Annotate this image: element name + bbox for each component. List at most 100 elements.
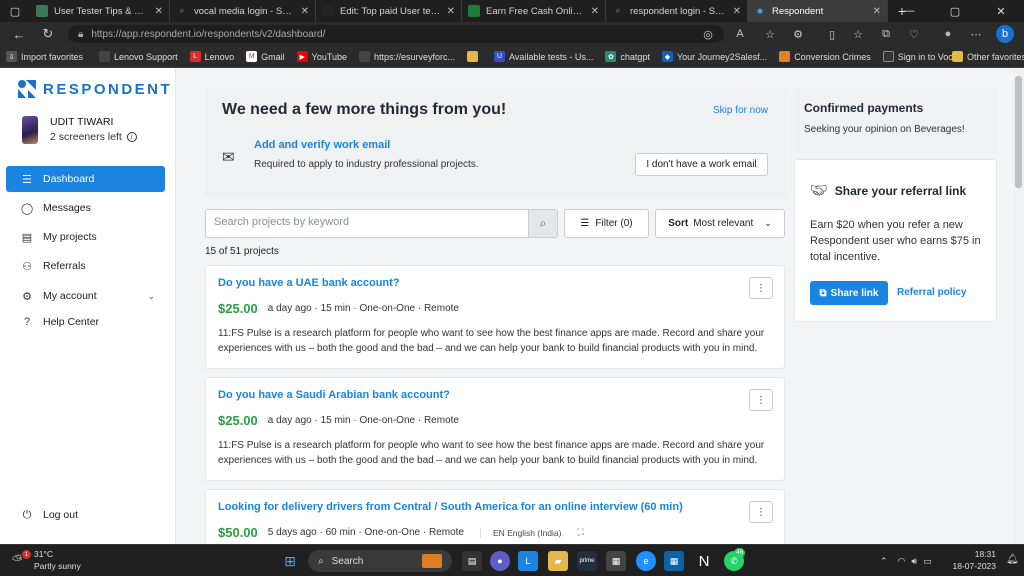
- scrollbar-thumb[interactable]: [1015, 76, 1022, 188]
- nav-my-projects[interactable]: ▤ My projects: [6, 224, 165, 250]
- file-explorer-icon[interactable]: ▰: [548, 551, 568, 571]
- nav-my-account[interactable]: ⚙ My account ⌄: [6, 283, 165, 309]
- trailhead-icon: ◆: [661, 51, 673, 62]
- page-icon: [99, 51, 111, 62]
- taskbar-search[interactable]: ⌕ Search: [308, 550, 452, 572]
- browser-tab[interactable]: ⌕ vocal media login - Search ✕: [170, 0, 316, 22]
- avatar[interactable]: [22, 116, 38, 144]
- back-icon[interactable]: ←: [5, 22, 33, 46]
- edge-icon[interactable]: e: [636, 551, 656, 571]
- window-close-icon[interactable]: ✕: [978, 0, 1024, 22]
- close-icon[interactable]: ✕: [155, 6, 163, 17]
- collections-icon[interactable]: ⧉: [876, 25, 896, 43]
- clock[interactable]: 18:31 18-07-2023: [953, 549, 996, 571]
- notion-icon[interactable]: N: [694, 551, 714, 571]
- more-options-icon[interactable]: ⋮: [749, 501, 773, 523]
- sort-value: Most relevant: [693, 218, 754, 229]
- windows-taskbar: ⛅︎ 1 31°C Partly sunny ⊞ ⌕ Search ▤ ● L …: [0, 544, 1024, 576]
- close-icon[interactable]: ✕: [591, 6, 599, 17]
- bookmark-item[interactable]: U Available tests - Us...: [488, 51, 599, 62]
- nav-messages[interactable]: ◯ Messages: [6, 195, 165, 221]
- browser-tab[interactable]: User Tester Tips & Platform ✕: [30, 0, 170, 22]
- search-highlight-icon: [422, 554, 442, 568]
- filter-button[interactable]: ☰ Filter (0): [564, 209, 649, 238]
- battery-icon[interactable]: ▭: [923, 556, 932, 567]
- expand-icon[interactable]: ⛶: [577, 527, 583, 538]
- more-options-icon[interactable]: ⋮: [749, 389, 773, 411]
- chevron-up-icon[interactable]: ⌃: [880, 556, 888, 567]
- sort-dropdown[interactable]: Sort Most relevant ⌄: [655, 209, 785, 238]
- more-options-icon[interactable]: ⋮: [749, 277, 773, 299]
- refresh-icon[interactable]: ↻: [34, 22, 62, 46]
- favorite-star-icon[interactable]: ☆: [760, 25, 780, 43]
- search-input[interactable]: [214, 216, 524, 228]
- project-title[interactable]: Looking for delivery drivers from Centra…: [218, 501, 683, 513]
- project-card[interactable]: Looking for delivery drivers from Centra…: [205, 489, 785, 544]
- windows-start-icon[interactable]: ⊞: [280, 551, 300, 571]
- bookmark-item[interactable]: ◆ Your Journey2Salesf...: [656, 51, 773, 62]
- minimize-icon[interactable]: —: [886, 0, 932, 22]
- bookmark-folder[interactable]: [461, 51, 488, 62]
- search-button[interactable]: ⌕: [528, 210, 557, 237]
- more-menu-icon[interactable]: ⋯: [966, 25, 986, 43]
- split-screen-icon[interactable]: ▯: [822, 25, 842, 43]
- respondent-logo[interactable]: RESPONDENT: [16, 78, 172, 100]
- nav-referrals[interactable]: ⚇ Referrals: [6, 253, 165, 279]
- no-work-email-button[interactable]: I don't have a work email: [635, 153, 768, 176]
- close-icon[interactable]: ✕: [873, 6, 881, 17]
- notification-bell-icon[interactable]: 🔔︎: [1006, 554, 1019, 565]
- info-icon[interactable]: i: [126, 132, 137, 142]
- logout-button[interactable]: ⏻ Log out: [6, 502, 165, 528]
- bookmark-item[interactable]: https://esurveyforc...: [353, 51, 461, 62]
- page-scrollbar[interactable]: [1013, 68, 1024, 544]
- tab-actions-icon[interactable]: ▢: [0, 0, 30, 22]
- profile-icon[interactable]: ●: [938, 25, 958, 43]
- referral-policy-link[interactable]: Referral policy: [897, 287, 966, 298]
- nav-label: Dashboard: [43, 173, 95, 185]
- bookmark-item[interactable]: Conversion Crimes: [773, 51, 877, 62]
- volume-icon[interactable]: 🔊︎: [911, 556, 917, 567]
- browser-tab[interactable]: ⌕ respondent login - Search ✕: [606, 0, 748, 22]
- bing-icon[interactable]: b: [996, 25, 1014, 43]
- bookmark-item[interactable]: M Gmail: [240, 51, 291, 62]
- weather-widget[interactable]: ⛅︎ 1 31°C Partly sunny: [10, 549, 81, 571]
- browser-tab[interactable]: Earn Free Cash Online | Mak ✕: [462, 0, 606, 22]
- wifi-icon[interactable]: ◠: [898, 556, 906, 567]
- extension-icon[interactable]: ⚙: [788, 25, 808, 43]
- nav-dashboard[interactable]: ☰ Dashboard: [6, 166, 165, 192]
- favorites-icon[interactable]: ☆: [848, 25, 868, 43]
- bookmark-item[interactable]: ⇩ Import favorites: [0, 51, 89, 62]
- microsoft-store-icon[interactable]: ▦: [606, 551, 626, 571]
- bookmark-item[interactable]: ✿ chatgpt: [599, 51, 656, 62]
- read-aloud-icon[interactable]: A: [730, 25, 750, 43]
- url-field[interactable]: 🔒︎ https://app.respondent.io/respondents…: [68, 25, 724, 43]
- project-title[interactable]: Do you have a Saudi Arabian bank account…: [218, 389, 450, 401]
- app-viewport: RESPONDENT UDIT TIWARI 2 screeners left …: [0, 68, 1024, 544]
- amazon-prime-icon[interactable]: prime: [577, 551, 597, 571]
- share-link-button[interactable]: ⧉ Share link: [810, 281, 888, 305]
- close-icon[interactable]: ✕: [733, 6, 741, 17]
- close-icon[interactable]: ✕: [447, 6, 455, 17]
- other-favorites-folder[interactable]: Other favorites: [946, 51, 1024, 62]
- project-card[interactable]: Do you have a Saudi Arabian bank account…: [205, 377, 785, 481]
- verify-email-link[interactable]: Add and verify work email: [254, 139, 390, 151]
- browser-tab-active[interactable]: ✱ Respondent ✕: [748, 0, 888, 22]
- calculator-icon[interactable]: ▦: [664, 551, 684, 571]
- browser-essentials-icon[interactable]: ♡: [904, 25, 924, 43]
- maximize-icon[interactable]: ▢: [932, 0, 978, 22]
- browser-tab[interactable]: Edit: Top paid User testing ✕: [316, 0, 462, 22]
- project-meta: a day ago · 15 min · One-on-One · Remote: [267, 303, 459, 314]
- project-title[interactable]: Do you have a UAE bank account?: [218, 277, 400, 289]
- bookmark-item[interactable]: ▶ YouTube: [291, 51, 353, 62]
- skip-link[interactable]: Skip for now: [713, 105, 768, 116]
- teams-chat-icon[interactable]: ●: [490, 551, 510, 571]
- nav-help-center[interactable]: ? Help Center: [6, 309, 165, 335]
- close-icon[interactable]: ✕: [301, 6, 309, 17]
- task-view-icon[interactable]: ▤: [462, 551, 482, 571]
- bookmark-item[interactable]: L Lenovo: [184, 51, 241, 62]
- project-card[interactable]: Do you have a UAE bank account? $25.00 a…: [205, 265, 785, 369]
- lenovo-vantage-icon[interactable]: L: [518, 551, 538, 571]
- location-icon[interactable]: ◎: [698, 25, 718, 43]
- verify-email-desc: Required to apply to industry profession…: [254, 159, 479, 170]
- bookmark-item[interactable]: Lenovo Support: [93, 51, 184, 62]
